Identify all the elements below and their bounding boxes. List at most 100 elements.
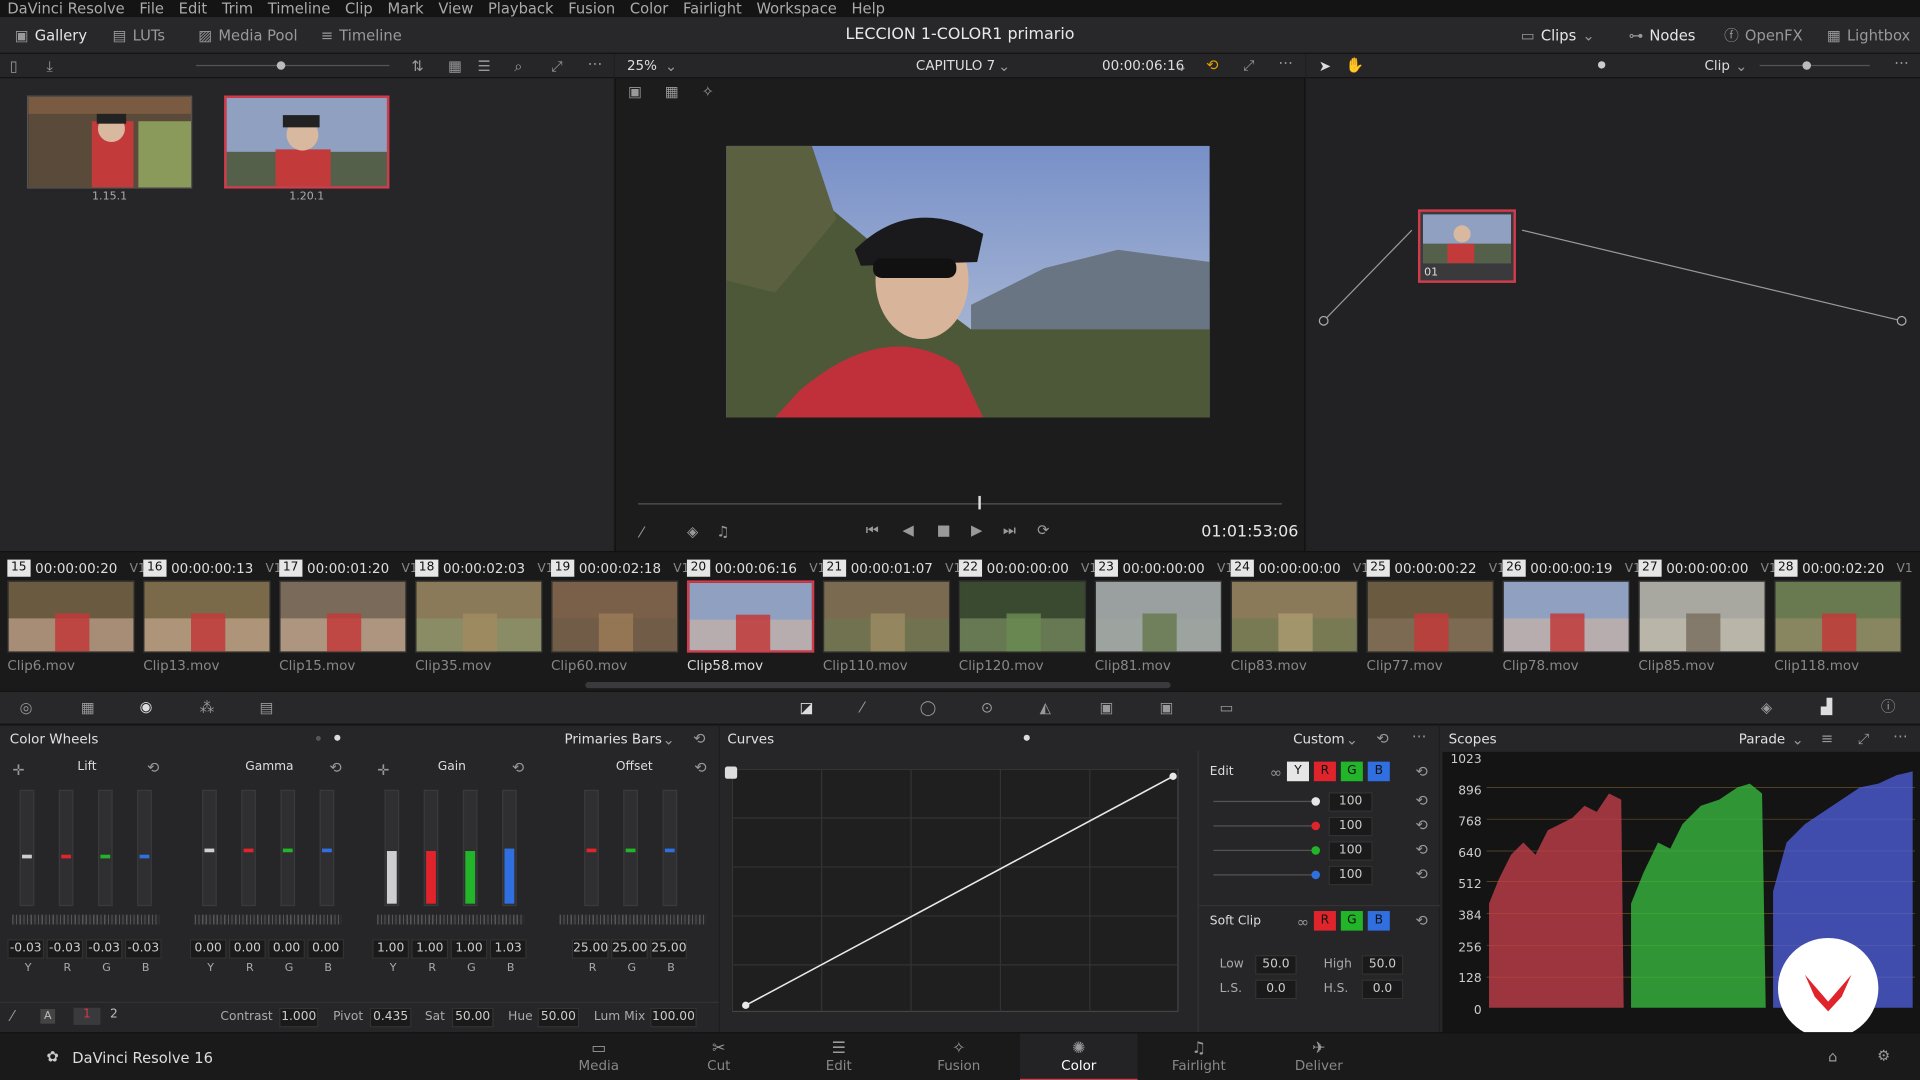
more-options-icon[interactable]: ⋯	[1894, 55, 1909, 70]
reset-icon[interactable]: ⟲	[329, 760, 341, 775]
slider-handle[interactable]	[276, 61, 286, 70]
intensity-value[interactable]: 100	[1328, 865, 1373, 886]
gamma-y-bar[interactable]	[202, 789, 217, 907]
more-options-icon[interactable]: ⋯	[588, 56, 603, 71]
crosshair-icon[interactable]: ✛	[12, 763, 24, 778]
menu-app[interactable]: DaVinci Resolve	[7, 0, 124, 17]
offset-g-bar[interactable]	[623, 789, 638, 907]
intensity-handle[interactable]	[1311, 846, 1321, 855]
slider-handle[interactable]	[1802, 61, 1812, 70]
clip-item[interactable]: 18 00:00:02:03 V1 Clip35.mov	[408, 552, 554, 674]
chevron-down-icon[interactable]: ⌄	[1735, 59, 1747, 74]
blur-icon[interactable]: ◭	[1040, 700, 1051, 715]
intensity-slider[interactable]	[1213, 849, 1319, 852]
menu-view[interactable]: View	[438, 0, 473, 17]
tracker-icon[interactable]: ⊙	[981, 700, 993, 715]
crosshair-icon[interactable]: ✛	[377, 763, 389, 778]
download-icon[interactable]: ⤓	[47, 59, 54, 74]
nodes-button[interactable]: ⊶ Nodes	[1629, 24, 1696, 46]
reset-icon[interactable]: ⟲	[1416, 867, 1428, 882]
clip-item[interactable]: 22 00:00:00:00 V1 Clip120.mov	[951, 552, 1097, 674]
chevron-down-icon[interactable]: ⌄	[998, 59, 1010, 74]
menu-edit[interactable]: Edit	[179, 0, 207, 17]
volume-icon[interactable]: ♫	[716, 524, 729, 539]
motion-effects-icon[interactable]: ▤	[260, 700, 274, 715]
key-icon[interactable]: ▣	[1100, 700, 1114, 715]
offset-b-value[interactable]: 25.00	[650, 939, 687, 959]
clip-thumbnail[interactable]	[958, 580, 1087, 653]
reset-icon[interactable]: ⟲	[1416, 842, 1428, 857]
lift-b-value[interactable]: -0.03	[124, 939, 162, 959]
thumbnail-size-slider[interactable]	[195, 64, 390, 67]
step-back-icon[interactable]: ◀	[902, 523, 913, 538]
clip-thumbnail[interactable]	[1366, 580, 1494, 653]
menu-workspace[interactable]: Workspace	[756, 0, 836, 17]
chevron-down-icon[interactable]: ⌄	[1346, 732, 1358, 747]
clip-thumbnail[interactable]	[1502, 580, 1630, 653]
color-node[interactable]: 01	[1417, 209, 1516, 283]
intensity-value[interactable]: 100	[1328, 841, 1373, 861]
color-match-icon[interactable]: ▦	[81, 700, 95, 715]
pivot-field[interactable]: 0.435	[369, 1007, 412, 1028]
camera-raw-icon[interactable]: ◎	[20, 700, 33, 715]
gain-y-value[interactable]: 1.00	[372, 939, 409, 959]
offset-master-wheel[interactable]	[559, 914, 707, 925]
intensity-value[interactable]: 100	[1328, 816, 1373, 837]
curve-graph[interactable]	[732, 768, 1179, 1014]
gallery-button[interactable]: ▣ Gallery	[15, 24, 87, 46]
page-dot-active[interactable]	[334, 734, 341, 741]
lift-y-bar[interactable]	[19, 789, 35, 907]
intensity-slider[interactable]	[1213, 874, 1319, 876]
gamma-master-wheel[interactable]	[194, 914, 342, 925]
clip-thumbnail[interactable]	[415, 580, 543, 653]
reset-icon[interactable]: ⟲	[1416, 793, 1428, 808]
lift-b-bar[interactable]	[137, 789, 152, 907]
lift-g-bar[interactable]	[97, 789, 113, 907]
gain-b-value[interactable]: 1.03	[489, 939, 527, 959]
settings-gear-icon[interactable]: ⚙	[1877, 1048, 1890, 1063]
softclip-b-button[interactable]: B	[1367, 911, 1390, 931]
expand-icon[interactable]: ⤢	[551, 59, 563, 74]
gamma-y-value[interactable]: 0.00	[189, 939, 227, 959]
menu-color[interactable]: Color	[630, 0, 668, 17]
gamma-g-value[interactable]: 0.00	[268, 939, 305, 959]
info-icon[interactable]: ⓘ	[1881, 699, 1896, 714]
chevron-down-icon[interactable]: ⌄	[665, 59, 677, 74]
clip-thumbnail[interactable]	[1094, 580, 1223, 653]
lift-r-bar[interactable]	[58, 789, 74, 907]
curves-icon[interactable]: ◪	[800, 700, 814, 715]
curve-start-handle[interactable]	[724, 766, 738, 779]
menu-file[interactable]: File	[139, 0, 164, 17]
more-options-icon[interactable]: ⋯	[1412, 729, 1427, 744]
contrast-field[interactable]: 1.000	[279, 1007, 319, 1028]
clip-thumbnail[interactable]	[7, 580, 135, 653]
loop-icon[interactable]: ⟳	[1037, 523, 1049, 538]
grid-view-icon[interactable]: ▦	[448, 59, 462, 74]
nav-media[interactable]: ▭ Media	[540, 1033, 658, 1080]
clip-item[interactable]: 20 00:00:06:16 V1 Clip58.mov	[680, 552, 825, 674]
clip-scrollbar[interactable]	[585, 682, 1171, 689]
intensity-handle[interactable]	[1311, 797, 1321, 806]
lift-master-wheel[interactable]	[12, 914, 160, 925]
node-mode[interactable]: Clip	[1705, 58, 1730, 74]
channel-y-button[interactable]: Y	[1286, 761, 1309, 782]
gamma-g-bar[interactable]	[280, 789, 296, 907]
window-icon[interactable]: ◯	[920, 700, 936, 715]
stop-icon[interactable]: ■	[937, 523, 951, 538]
scope-settings-icon[interactable]: ≡	[1821, 731, 1833, 746]
gamma-r-bar[interactable]	[241, 789, 256, 907]
magic-wand-icon[interactable]: ✧	[702, 84, 714, 99]
chevron-down-icon[interactable]: ⌄	[662, 732, 674, 747]
chevron-down-icon[interactable]: ⌄	[1176, 59, 1188, 74]
gamma-r-value[interactable]: 0.00	[228, 939, 266, 959]
sizing-icon[interactable]: ▣	[1160, 700, 1174, 715]
gallery-still[interactable]	[26, 95, 193, 189]
clip-thumbnail[interactable]	[822, 580, 951, 653]
viewer-image[interactable]	[726, 145, 1210, 418]
link-icon[interactable]: ∞	[1297, 915, 1309, 930]
offset-r-value[interactable]: 25.00	[571, 939, 609, 959]
pointer-icon[interactable]: ➤	[1319, 59, 1331, 74]
output-node-dot[interactable]	[1896, 315, 1907, 326]
lightbox-button[interactable]: ▦ Lightbox	[1827, 24, 1910, 46]
reset-icon[interactable]: ⟲	[694, 760, 706, 775]
